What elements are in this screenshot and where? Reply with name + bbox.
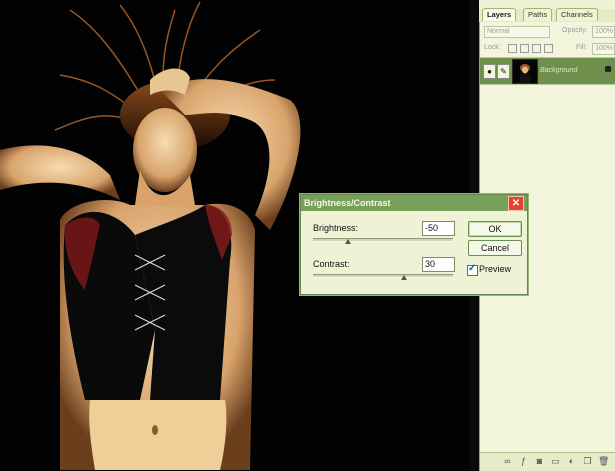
blend-row: Normal Opacity: 100% (480, 24, 615, 38)
contrast-slider-track[interactable] (313, 274, 453, 280)
lock-position-icon[interactable] (532, 44, 541, 53)
dialog-title: Brightness/Contrast (304, 198, 391, 208)
contrast-label: Contrast: (313, 259, 350, 269)
preview-checkbox[interactable] (467, 263, 478, 276)
lock-row: Lock: Fill: 100% (480, 41, 615, 55)
lock-label: Lock: (484, 44, 501, 51)
preview-label: Preview (479, 264, 512, 274)
link-icon[interactable]: ∞ (502, 456, 513, 467)
layer-thumbnail (512, 59, 538, 84)
layer-style-icon[interactable]: ƒ (518, 456, 529, 467)
lock-pixels-icon[interactable] (520, 44, 529, 53)
cancel-button[interactable]: Cancel (468, 240, 522, 256)
layer-lock-icon (605, 66, 611, 72)
tab-paths[interactable]: Paths (523, 8, 553, 21)
folder-icon[interactable]: ▭ (550, 456, 561, 467)
tab-layers[interactable]: Layers (482, 8, 517, 21)
trash-icon[interactable]: 🗑 (598, 456, 609, 467)
new-layer-icon[interactable]: ❐ (582, 456, 593, 467)
brightness-slider-track[interactable] (313, 238, 453, 244)
brightness-slider-thumb[interactable] (345, 239, 351, 244)
layer-row-background[interactable]: ● ✎ Background (480, 57, 615, 85)
opacity-field[interactable]: 100% (592, 26, 615, 38)
brightness-label: Brightness: (313, 223, 359, 233)
ok-button[interactable]: OK (468, 221, 522, 237)
brush-icon: ✎ (497, 64, 510, 79)
blend-mode-select[interactable]: Normal (484, 26, 550, 38)
fill-field[interactable]: 100% (592, 43, 615, 55)
opacity-label: Opacity: (562, 27, 588, 34)
thumbnail-image (520, 64, 530, 83)
adjustment-layer-icon[interactable]: ◐ (566, 456, 577, 467)
layer-name: Background (540, 67, 578, 74)
palette-bottom-bar: ∞ ƒ ◙ ▭ ◐ ❐ 🗑 (480, 452, 615, 471)
dialog-titlebar[interactable]: Brightness/Contrast ✕ (301, 195, 527, 211)
palette-tabs: Layers Paths Channels (479, 8, 615, 23)
contrast-field[interactable]: 30 (422, 257, 455, 272)
brightness-contrast-dialog: Brightness/Contrast ✕ Brightness: -50 Co… (300, 194, 528, 295)
eye-icon[interactable]: ● (483, 64, 496, 79)
tab-channels[interactable]: Channels (556, 8, 598, 21)
fill-label: Fill: (576, 44, 587, 51)
lock-transparency-icon[interactable] (508, 44, 517, 53)
palette-header: Layers Paths Channels (479, 0, 615, 23)
lock-all-icon[interactable] (544, 44, 553, 53)
close-button[interactable]: ✕ (508, 196, 524, 211)
mask-icon[interactable]: ◙ (534, 456, 545, 467)
contrast-slider-thumb[interactable] (401, 275, 407, 280)
brightness-field[interactable]: -50 (422, 221, 455, 236)
